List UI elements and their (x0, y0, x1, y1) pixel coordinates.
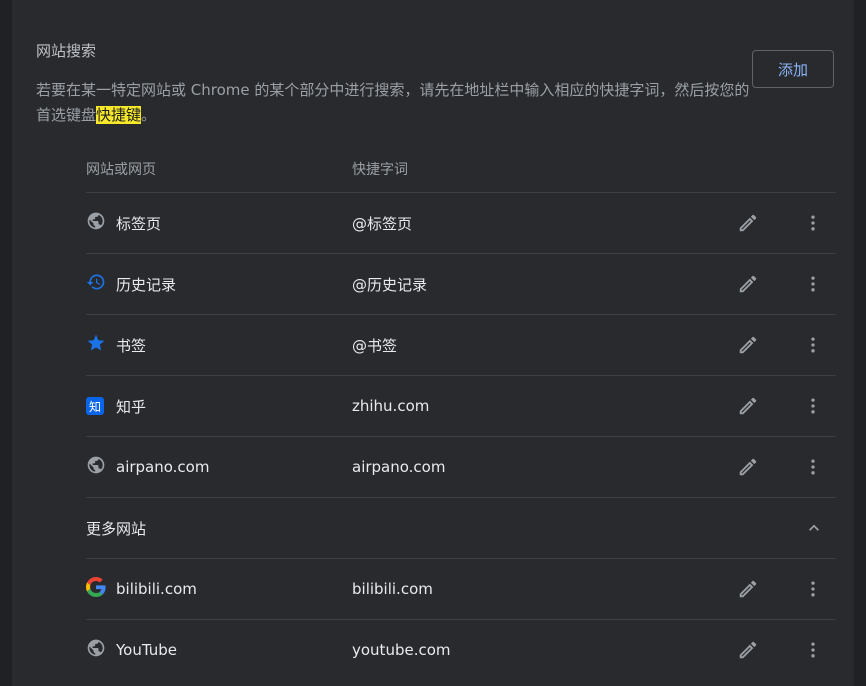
site-name: 知乎 (116, 397, 147, 416)
column-header-site: 网站或网页 (86, 161, 156, 178)
add-button[interactable]: 添加 (752, 50, 834, 88)
column-header-shortcut: 快捷字词 (352, 161, 408, 178)
table-row: bilibili.com bilibili.com (86, 559, 836, 620)
edit-pencil-icon[interactable] (736, 455, 760, 479)
globe-icon (86, 638, 106, 662)
table-header: 网站或网页 快捷字词 (86, 145, 836, 193)
shortcut-value: @历史记录 (352, 275, 428, 294)
more-actions-icon[interactable] (801, 333, 825, 357)
site-name: airpano.com (116, 458, 210, 476)
more-actions-icon[interactable] (801, 638, 825, 662)
edit-pencil-icon[interactable] (736, 638, 760, 662)
section-title: 网站搜索 (36, 42, 97, 60)
shortcut-value: youtube.com (352, 641, 451, 659)
more-sites-toggle[interactable]: 更多网站 (86, 498, 836, 559)
zhihu-icon: 知 (86, 397, 104, 415)
site-name: 书签 (116, 336, 147, 355)
globe-icon (86, 211, 106, 235)
more-actions-icon[interactable] (801, 455, 825, 479)
shortcut-value: zhihu.com (352, 397, 430, 415)
google-icon (86, 577, 106, 601)
shortcut-value: @标签页 (352, 214, 413, 233)
shortcut-value: bilibili.com (352, 580, 433, 598)
table-row: 知 知乎 zhihu.com (86, 376, 836, 437)
edit-pencil-icon[interactable] (736, 394, 760, 418)
site-name: 历史记录 (116, 275, 177, 294)
chevron-up-icon[interactable] (802, 516, 826, 540)
star-icon (86, 333, 106, 357)
site-name: YouTube (116, 641, 177, 659)
more-actions-icon[interactable] (801, 394, 825, 418)
more-sites-title: 更多网站 (86, 519, 147, 538)
site-name: 标签页 (116, 214, 162, 233)
more-actions-icon[interactable] (801, 272, 825, 296)
shortcut-value: airpano.com (352, 458, 446, 476)
more-actions-icon[interactable] (801, 577, 825, 601)
table-row: 书签 @书签 (86, 315, 836, 376)
edit-pencil-icon[interactable] (736, 333, 760, 357)
search-engine-table: 网站或网页 快捷字词 标签页 @标签页 历史记录 @历史记录 书签 @书签 知 … (86, 145, 836, 680)
edit-pencil-icon[interactable] (736, 272, 760, 296)
globe-icon (86, 455, 106, 479)
shortcut-value: @书签 (352, 336, 398, 355)
site-name: bilibili.com (116, 580, 197, 598)
history-icon (86, 272, 106, 296)
description-highlight: 快捷键 (96, 106, 142, 124)
table-row: 历史记录 @历史记录 (86, 254, 836, 315)
edit-pencil-icon[interactable] (736, 577, 760, 601)
site-search-card: 网站搜索 若要在某一特定网站或 Chrome 的某个部分中进行搜索，请先在地址栏… (12, 0, 854, 686)
table-row: YouTube youtube.com (86, 620, 836, 680)
edit-pencil-icon[interactable] (736, 211, 760, 235)
description-end: 。 (141, 106, 157, 124)
more-actions-icon[interactable] (801, 211, 825, 235)
section-description: 若要在某一特定网站或 Chrome 的某个部分中进行搜索，请先在地址栏中输入相应… (36, 78, 752, 128)
table-row: airpano.com airpano.com (86, 437, 836, 498)
table-row: 标签页 @标签页 (86, 193, 836, 254)
